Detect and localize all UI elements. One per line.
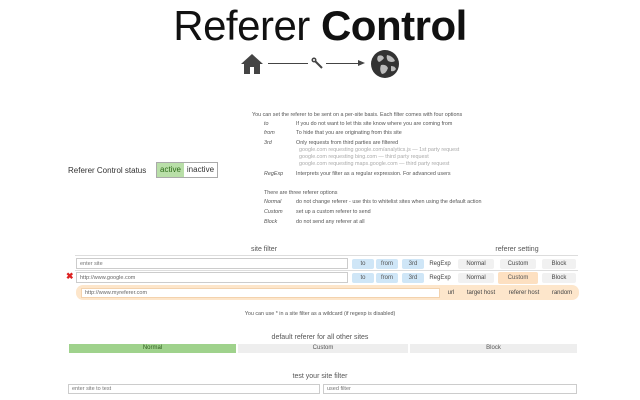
- default-block-option[interactable]: Block: [410, 344, 577, 353]
- used-filter-output: [323, 384, 577, 394]
- default-referer-heading: default referer for all other sites: [271, 334, 369, 341]
- filter-divider-mid: [75, 270, 578, 271]
- referer-opt-target-host[interactable]: target host: [461, 288, 501, 298]
- tester-heading: test your site filter: [292, 373, 348, 380]
- app-title-light: Referer: [173, 2, 310, 49]
- help-term-from: from: [264, 130, 275, 136]
- status-inactive-option[interactable]: inactive: [183, 163, 218, 177]
- help-desc-from: To hide that you are originating from th…: [296, 130, 402, 136]
- filter-setting-custom[interactable]: Custom: [498, 272, 538, 284]
- help-term-3rd: 3rd: [264, 140, 272, 146]
- default-normal-option[interactable]: Normal: [69, 344, 236, 353]
- help-term-to: to: [264, 121, 269, 127]
- home-icon: [240, 52, 264, 76]
- filter-opt-regexp[interactable]: RegExp: [426, 273, 454, 283]
- site-filter-heading: site filter: [250, 246, 278, 253]
- new-opt-to[interactable]: to: [352, 259, 374, 269]
- referer-opt-referer-host[interactable]: referer host: [503, 288, 545, 298]
- new-setting-normal[interactable]: Normal: [458, 259, 494, 269]
- help-example-2: google.com requesting bing.com — third p…: [299, 154, 429, 160]
- help-term-block: Block: [264, 219, 278, 225]
- referer-setting-heading: referer setting: [495, 246, 539, 253]
- new-setting-block[interactable]: Block: [542, 259, 576, 269]
- app-title-bold: Control: [320, 2, 467, 49]
- help-desc-block: do not send any referer at all: [296, 219, 365, 225]
- help-intro: You can set the referer to be sent on a …: [252, 112, 463, 118]
- help-desc-regexp: Interprets your filter as a regular expr…: [296, 171, 451, 177]
- filter-opt-to[interactable]: to: [352, 273, 374, 283]
- new-opt-from[interactable]: from: [376, 259, 398, 269]
- help-example-3: google.com requesting maps.google.com — …: [299, 161, 450, 167]
- flow-line-right: [326, 63, 360, 64]
- site-filter-input[interactable]: [76, 272, 348, 283]
- new-setting-custom[interactable]: Custom: [500, 259, 536, 269]
- globe-icon: [370, 49, 400, 79]
- help-desc-3rd: Only requests from third parties are fil…: [296, 140, 399, 146]
- filter-divider-top: [75, 255, 578, 256]
- status-active-option[interactable]: active: [157, 163, 184, 177]
- status-toggle[interactable]: active inactive: [156, 162, 219, 178]
- arrow-head-icon: [358, 60, 365, 66]
- flow-line-left: [268, 63, 308, 64]
- new-opt-regexp[interactable]: RegExp: [426, 259, 454, 269]
- new-site-input[interactable]: [76, 258, 348, 269]
- help-term-custom: Custom: [264, 209, 283, 215]
- new-opt-3rd[interactable]: 3rd: [402, 259, 424, 269]
- help-desc-to: If you do not want to let this site know…: [296, 121, 453, 127]
- help-desc-normal: do not change referer - use this to whit…: [296, 199, 482, 205]
- filter-setting-block[interactable]: Block: [542, 273, 576, 283]
- wildcard-note: You can use * in a site filter as a wild…: [244, 311, 396, 317]
- default-custom-option[interactable]: Custom: [238, 344, 408, 353]
- custom-referer-input[interactable]: [81, 288, 440, 298]
- status-label: Referer Control status: [68, 166, 147, 175]
- filter-opt-from[interactable]: from: [376, 273, 398, 283]
- filter-opt-3rd[interactable]: 3rd: [402, 273, 424, 283]
- test-site-input[interactable]: [68, 384, 320, 394]
- help-types-intro: There are three referer options: [264, 190, 338, 196]
- referer-opt-random[interactable]: random: [547, 288, 577, 298]
- help-term-regexp: RegExp: [264, 171, 284, 177]
- help-example-1: google.com requesting google.com/analyti…: [299, 147, 460, 153]
- app-title: Referer Control: [0, 2, 640, 50]
- remove-filter-icon[interactable]: ✖: [66, 272, 74, 281]
- wrench-icon: [311, 57, 323, 69]
- filter-setting-normal[interactable]: Normal: [458, 273, 494, 283]
- help-desc-custom: set up a custom referer to send: [296, 209, 371, 215]
- help-term-normal: Normal: [264, 199, 282, 205]
- referer-opt-url[interactable]: url: [443, 288, 459, 298]
